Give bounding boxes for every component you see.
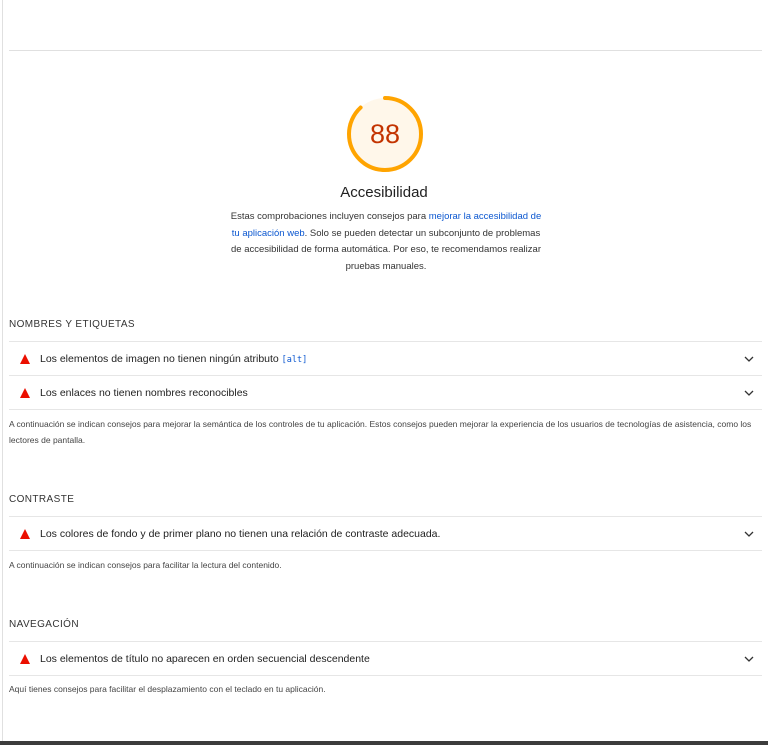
audit-label: Los colores de fondo y de primer plano n… [40, 527, 441, 540]
divider [9, 675, 762, 676]
category-title: Accesibilidad [340, 184, 428, 201]
category-description: Estas comprobaciones incluyen consejos p… [226, 209, 546, 275]
warning-triangle-icon [20, 653, 30, 664]
group-description-navigation: Aquí tienes consejos para facilitar el d… [9, 684, 326, 694]
divider [9, 409, 762, 410]
group-title-contrast: CONTRASTE [9, 494, 75, 505]
group-title-navigation: NAVEGACIÓN [9, 619, 79, 630]
group-description-contrast: A continuación se indican consejos para … [9, 560, 282, 570]
warning-triangle-icon [20, 353, 30, 364]
divider [9, 550, 762, 551]
score-value: 88 [369, 118, 401, 149]
audit-code: [alt] [281, 354, 308, 365]
warning-triangle-icon [20, 387, 30, 398]
chevron-down-icon[interactable] [742, 356, 756, 362]
chevron-down-icon[interactable] [742, 390, 756, 396]
chevron-down-icon[interactable] [742, 531, 756, 537]
description-text-start: Estas comprobaciones incluyen consejos p… [230, 211, 429, 222]
audit-link-name[interactable]: Los enlaces no tienen nombres reconocibl… [9, 376, 762, 409]
bottom-bar [0, 741, 768, 745]
group-description-names: A continuación se indican consejos para … [9, 419, 752, 445]
group-title-names: NOMBRES Y ETIQUETAS [9, 319, 135, 330]
audit-label: Los elementos de imagen no tienen ningún… [40, 352, 308, 365]
left-border [2, 0, 3, 745]
audit-color-contrast[interactable]: Los colores de fondo y de primer plano n… [9, 517, 762, 550]
divider [9, 50, 762, 51]
audit-image-alt[interactable]: Los elementos de imagen no tienen ningún… [9, 342, 762, 375]
score-gauge: 88 [346, 95, 424, 173]
chevron-down-icon[interactable] [742, 656, 756, 662]
warning-triangle-icon [20, 528, 30, 539]
audit-heading-order[interactable]: Los elementos de título no aparecen en o… [9, 642, 762, 675]
audit-label: Los elementos de título no aparecen en o… [40, 652, 370, 665]
audit-label: Los enlaces no tienen nombres reconocibl… [40, 386, 248, 399]
